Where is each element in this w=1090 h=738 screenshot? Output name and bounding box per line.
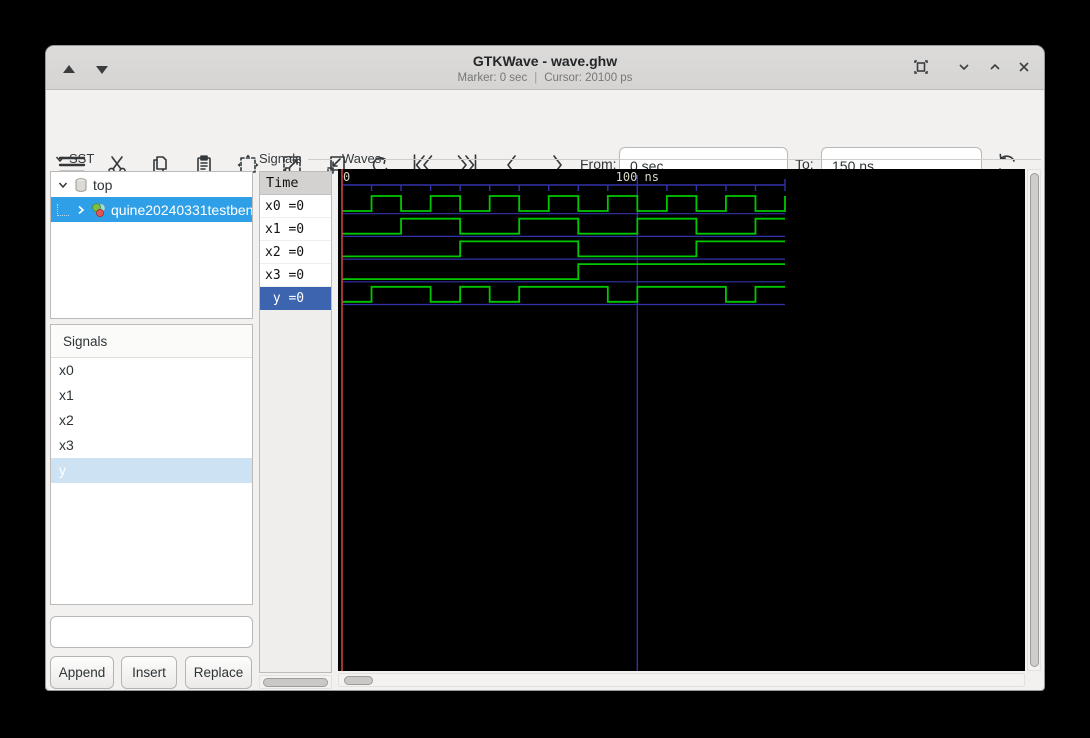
fullscreen-icon xyxy=(913,59,929,80)
value-row-y[interactable]: y =0 xyxy=(260,287,331,310)
sst-expander[interactable]: SST xyxy=(54,151,94,166)
signal-list-item-x0[interactable]: x0 xyxy=(51,358,252,383)
wave-y xyxy=(342,285,785,303)
time-header[interactable]: Time xyxy=(260,172,331,195)
waves-frame-line xyxy=(384,159,1041,160)
signal-list-item-x2[interactable]: x2 xyxy=(51,408,252,433)
signal-list-item-x1[interactable]: x1 xyxy=(51,383,252,408)
close-icon xyxy=(1017,60,1031,79)
signal-list-panel: Signals x0 x1 x2 x3 y xyxy=(50,324,253,605)
waves-vscrollbar[interactable] xyxy=(1027,169,1041,671)
wave-x2 xyxy=(342,240,785,258)
close-button[interactable] xyxy=(1013,58,1035,80)
gtkwave-window: GTKWave - wave.ghw Marker: 0 sec | Cursor:… xyxy=(45,45,1045,691)
value-row-x0[interactable]: x0 =0 xyxy=(260,195,331,218)
signal-list-item-y[interactable]: y xyxy=(51,458,252,483)
fullscreen-button[interactable] xyxy=(910,58,932,80)
insert-button[interactable]: Insert xyxy=(121,656,177,689)
waves-frame-label: Waves xyxy=(342,151,382,166)
wave-x1 xyxy=(342,217,785,235)
waves-hscrollbar[interactable] xyxy=(338,673,1025,687)
values-frame-line xyxy=(308,159,332,160)
titlebar[interactable]: GTKWave - wave.ghw Marker: 0 sec | Cursor:… xyxy=(46,46,1044,90)
screenshot-stage: GTKWave - wave.ghw Marker: 0 sec | Cursor:… xyxy=(0,0,1090,738)
values-hscrollbar[interactable] xyxy=(259,675,332,689)
signal-list-rows: x0 x1 x2 x3 y xyxy=(51,358,252,483)
value-rows: x0 =0 x1 =0 x2 =0 x3 =0 y =0 xyxy=(260,195,331,310)
status-separator: | xyxy=(534,72,538,84)
statusline: Marker: 0 sec | Cursor: 20100 ps xyxy=(46,72,1044,84)
window-title: GTKWave - wave.ghw xyxy=(472,53,618,69)
tree-item-top[interactable]: top xyxy=(51,172,252,197)
wave-x0 xyxy=(342,195,786,212)
replace-button[interactable]: Replace xyxy=(185,656,252,689)
minimize-button[interactable] xyxy=(953,58,975,80)
collapsed-chevron-icon[interactable] xyxy=(74,203,88,217)
waves-vscrollbar-thumb[interactable] xyxy=(1030,173,1039,667)
marker-status: Marker: 0 sec xyxy=(457,72,528,84)
signal-list-header[interactable]: Signals xyxy=(51,325,252,358)
timeline-label: 0 xyxy=(343,170,350,184)
value-row-x1[interactable]: x1 =0 xyxy=(260,218,331,241)
values-panel: Time x0 =0 x1 =0 x2 =0 x3 =0 y =0 xyxy=(259,171,332,673)
tree-item-quine20240331testbench[interactable]: quine20240331testbench xyxy=(51,197,252,222)
value-row-x3[interactable]: x3 =0 xyxy=(260,264,331,287)
tree-item-label: top xyxy=(93,176,113,193)
values-hscrollbar-thumb[interactable] xyxy=(263,678,328,687)
append-button[interactable]: Append xyxy=(50,656,114,689)
sst-label: SST xyxy=(69,151,95,166)
wave-canvas[interactable]: 0 100 ns xyxy=(338,169,1025,671)
waveform-svg: 0 100 ns xyxy=(341,169,786,671)
expander-chevron-icon xyxy=(55,156,65,162)
value-row-x2[interactable]: x2 =0 xyxy=(260,241,331,264)
cursor-status: Cursor: 20100 ps xyxy=(544,72,633,84)
toolbar: From: To: xyxy=(46,90,1044,185)
waves-hscrollbar-thumb[interactable] xyxy=(344,676,373,685)
sst-tree[interactable]: top quine20240331testbench xyxy=(50,171,253,319)
search-input[interactable] xyxy=(67,623,252,641)
values-frame-label: Signals xyxy=(259,151,302,166)
tree-item-label: quine20240331testbench xyxy=(111,201,252,218)
wave-x3 xyxy=(342,263,785,280)
cylinder-icon xyxy=(75,177,87,192)
signal-list-item-x3[interactable]: x3 xyxy=(51,433,252,458)
component-icon xyxy=(92,202,106,217)
chevron-up-icon xyxy=(988,60,1002,79)
tree-guide-line xyxy=(57,203,69,216)
chevron-down-icon xyxy=(957,60,971,79)
maximize-button[interactable] xyxy=(984,58,1006,80)
signal-search[interactable] xyxy=(50,616,253,648)
expander-chevron-icon xyxy=(58,182,68,188)
